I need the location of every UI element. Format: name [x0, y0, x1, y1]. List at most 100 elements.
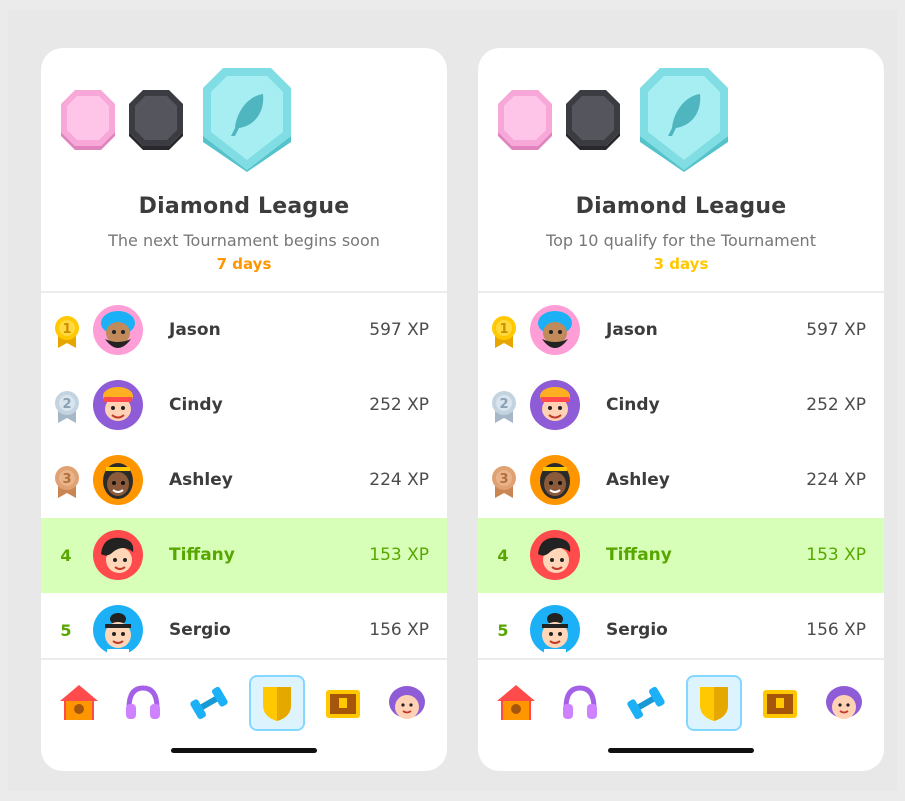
treasure-chest-icon: [326, 690, 360, 718]
profile-avatar-icon: [826, 686, 862, 719]
home-indicator: [608, 748, 754, 753]
bronze-medal-icon: 3: [55, 466, 79, 498]
bronze-medal-icon: 3: [492, 466, 516, 498]
rank-number: 2: [499, 397, 508, 412]
avatar-cindy: [93, 380, 143, 430]
rank-number: 2: [62, 397, 71, 412]
rank-number: 3: [499, 472, 508, 487]
avatar-tiffany: [93, 530, 143, 580]
user-xp: 224 XP: [369, 470, 429, 490]
gold-medal-icon: 1: [55, 316, 79, 348]
user-xp: 156 XP: [806, 620, 866, 640]
league-badges: [478, 48, 884, 218]
rank-number: 3: [62, 472, 71, 487]
leaderboard-row-current-user[interactable]: 4 Tiffany 153 XP: [478, 518, 884, 593]
user-xp: 153 XP: [806, 545, 866, 565]
diamond-league-badge: [203, 68, 291, 172]
user-name: Cindy: [606, 395, 660, 415]
user-name: Tiffany: [606, 545, 672, 565]
phone-screen-left: Diamond League The next Tournament begin…: [41, 48, 447, 771]
home-icon: [60, 685, 98, 720]
tab-leaderboards[interactable]: [249, 675, 305, 731]
headphones-icon: [563, 685, 597, 719]
user-name: Sergio: [606, 620, 668, 640]
headphones-icon: [126, 685, 160, 719]
user-name: Jason: [169, 320, 221, 340]
leaderboard-row[interactable]: 5 Sergio 156 XP: [41, 593, 447, 668]
tab-profile[interactable]: [381, 677, 433, 729]
leaderboard-row[interactable]: 2 Cindy 252 XP: [41, 368, 447, 443]
league-badges: [41, 48, 447, 218]
gold-medal-icon: 1: [492, 316, 516, 348]
dumbbell-icon: [627, 686, 665, 720]
bottom-tab-bar: [478, 660, 884, 770]
pink-league-badge: [61, 90, 115, 150]
avatar-sergio: [530, 605, 580, 655]
tab-stories[interactable]: [554, 677, 606, 729]
leaderboard-row[interactable]: 1 Jason 597 XP: [41, 293, 447, 368]
league-title: Diamond League: [138, 194, 350, 219]
user-xp: 597 XP: [806, 320, 866, 340]
obsidian-league-badge: [129, 90, 183, 150]
leaderboard-row[interactable]: 3 Ashley 224 XP: [478, 443, 884, 518]
avatar-cindy: [530, 380, 580, 430]
tab-shop[interactable]: [754, 677, 806, 729]
rank-number: 4: [497, 546, 509, 565]
tab-leaderboards[interactable]: [686, 675, 742, 731]
user-name: Sergio: [169, 620, 231, 640]
leaderboard-row[interactable]: 5 Sergio 156 XP: [478, 593, 884, 668]
leaderboard-row[interactable]: 2 Cindy 252 XP: [478, 368, 884, 443]
avatar-ashley: [93, 455, 143, 505]
leaderboard-row-current-user[interactable]: 4 Tiffany 153 XP: [41, 518, 447, 593]
tab-profile[interactable]: [818, 677, 870, 729]
tab-home[interactable]: [490, 677, 542, 729]
rank-number: 5: [497, 621, 509, 640]
dumbbell-icon: [190, 686, 228, 720]
tab-practice[interactable]: [183, 677, 235, 729]
user-name: Ashley: [169, 470, 233, 490]
league-subtitle: The next Tournament begins soon: [108, 231, 380, 250]
user-name: Jason: [606, 320, 658, 340]
rank-number: 1: [62, 322, 71, 337]
silver-medal-icon: 2: [55, 391, 79, 423]
days-remaining: 7 days: [216, 255, 272, 273]
diamond-league-badge: [640, 68, 728, 172]
tab-stories[interactable]: [117, 677, 169, 729]
user-name: Ashley: [606, 470, 670, 490]
tab-practice[interactable]: [620, 677, 672, 729]
shield-icon: [700, 687, 728, 721]
league-title: Diamond League: [575, 194, 787, 219]
user-xp: 153 XP: [369, 545, 429, 565]
tab-home[interactable]: [53, 677, 105, 729]
leaderboard-row[interactable]: 1 Jason 597 XP: [478, 293, 884, 368]
leaderboard-row[interactable]: 3 Ashley 224 XP: [41, 443, 447, 518]
shield-icon: [263, 687, 291, 721]
user-name: Cindy: [169, 395, 223, 415]
user-xp: 252 XP: [806, 395, 866, 415]
home-icon: [497, 685, 535, 720]
league-subtitle: Top 10 qualify for the Tournament: [546, 231, 816, 250]
avatar-jason: [530, 305, 580, 355]
avatar-jason: [93, 305, 143, 355]
rank-number: 1: [499, 322, 508, 337]
user-xp: 597 XP: [369, 320, 429, 340]
user-xp: 252 XP: [369, 395, 429, 415]
phone-screen-right: Diamond League Top 10 qualify for the To…: [478, 48, 884, 771]
user-xp: 156 XP: [369, 620, 429, 640]
rank-number: 5: [60, 621, 72, 640]
user-name: Tiffany: [169, 545, 235, 565]
avatar-tiffany: [530, 530, 580, 580]
silver-medal-icon: 2: [492, 391, 516, 423]
avatar-ashley: [530, 455, 580, 505]
treasure-chest-icon: [763, 690, 797, 718]
days-remaining: 3 days: [653, 255, 709, 273]
obsidian-league-badge: [566, 90, 620, 150]
bottom-tab-bar: [41, 660, 447, 770]
tab-shop[interactable]: [317, 677, 369, 729]
rank-number: 4: [60, 546, 72, 565]
user-xp: 224 XP: [806, 470, 866, 490]
avatar-sergio: [93, 605, 143, 655]
pink-league-badge: [498, 90, 552, 150]
home-indicator: [171, 748, 317, 753]
profile-avatar-icon: [389, 686, 425, 719]
